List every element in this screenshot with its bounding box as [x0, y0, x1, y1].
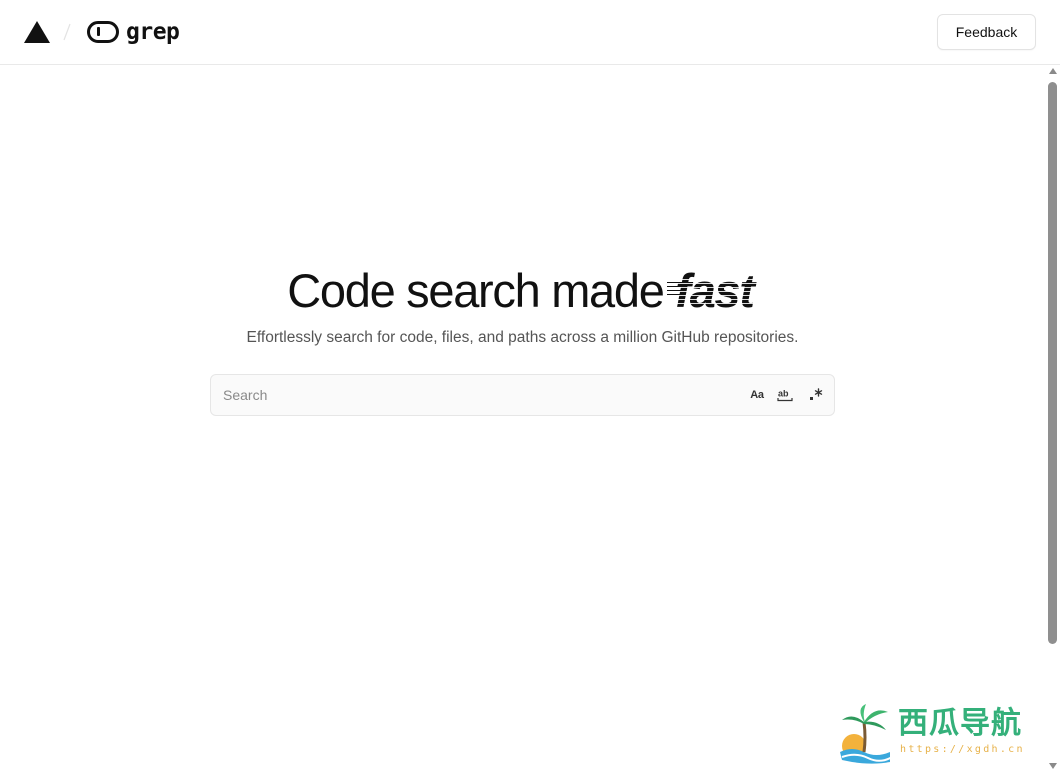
vertical-scrollbar[interactable]: [1045, 65, 1060, 775]
breadcrumb-slash-icon: [63, 23, 71, 41]
watermark-title: 西瓜导航: [898, 706, 1022, 741]
watermark-url: https://xgdh.cn: [900, 744, 1025, 755]
scroll-down-arrow-icon[interactable]: [1049, 763, 1057, 769]
top-bar: grep Feedback: [0, 0, 1060, 65]
scroll-up-arrow-icon[interactable]: [1049, 68, 1057, 74]
match-whole-words-toggle[interactable]: ab: [775, 385, 795, 405]
hero-subtitle: Effortlessly search for code, files, and…: [246, 329, 799, 346]
match-case-toggle[interactable]: Aa: [747, 385, 767, 405]
regex-icon: [810, 388, 823, 400]
search-input[interactable]: [211, 375, 731, 415]
use-regex-toggle[interactable]: [806, 385, 826, 405]
hero-title-emphasis: fast: [667, 262, 759, 320]
search-bar: Aa ab: [210, 374, 835, 416]
vercel-logo-icon[interactable]: [24, 21, 50, 43]
product-name: grep: [126, 19, 180, 45]
palm-island-icon: [840, 704, 893, 764]
scrollbar-thumb[interactable]: [1048, 82, 1057, 644]
watermark: 西瓜导航 https://xgdh.cn: [838, 700, 1048, 768]
svg-text:ab: ab: [778, 389, 789, 399]
hero-title: Code search made fast: [0, 262, 1045, 320]
grep-logo-icon: [87, 21, 119, 43]
grep-logo[interactable]: grep: [87, 18, 180, 46]
whole-word-icon: ab: [777, 389, 793, 402]
feedback-button[interactable]: Feedback: [937, 14, 1036, 50]
hero-title-text: Code search made: [287, 264, 676, 317]
